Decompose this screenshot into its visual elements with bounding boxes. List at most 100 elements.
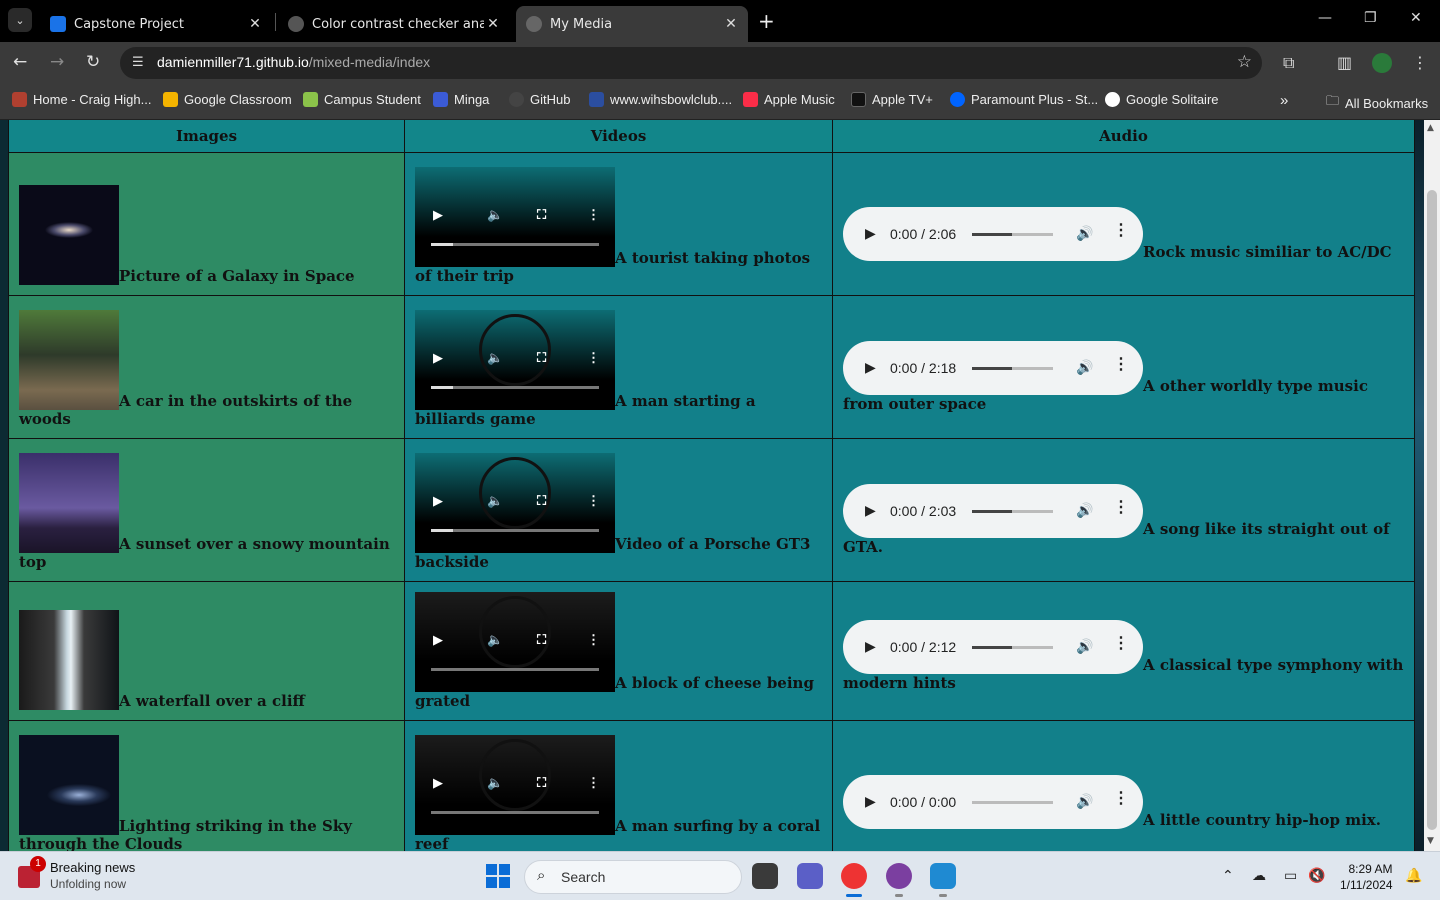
audio-player[interactable]: ▶ 0:00 / 2:06 🔊 ⋮ — [843, 207, 1143, 261]
vscode-icon[interactable] — [930, 863, 956, 889]
tab-search-button[interactable]: ⌄ — [8, 8, 32, 32]
more-options-icon[interactable]: ⋮ — [587, 493, 600, 511]
github-desktop-icon[interactable] — [886, 863, 912, 889]
mute-icon[interactable]: 🔈 — [487, 350, 503, 368]
play-icon[interactable]: ▶ — [865, 501, 876, 519]
mute-icon[interactable]: 🔈 — [487, 775, 503, 793]
mute-icon[interactable]: 🔈 — [487, 493, 503, 511]
video-player[interactable]: ▶ 🔈 ⛶ ⋮ — [415, 453, 615, 553]
reload-icon[interactable]: ↻ — [86, 52, 100, 72]
more-options-icon[interactable]: ⋮ — [587, 775, 600, 793]
audio-seek-slider[interactable] — [972, 367, 1053, 370]
video-progress[interactable] — [431, 386, 599, 389]
play-icon[interactable]: ▶ — [865, 224, 876, 242]
volume-icon[interactable]: 🔊 — [1076, 358, 1093, 376]
volume-icon[interactable]: 🔊 — [1076, 224, 1093, 242]
play-icon[interactable]: ▶ — [433, 493, 443, 511]
site-info-icon[interactable]: ☰ — [132, 55, 144, 70]
fullscreen-icon[interactable]: ⛶ — [537, 207, 546, 225]
volume-muted-icon[interactable]: 🔇 — [1308, 868, 1325, 884]
bookmark-item[interactable]: Apple Music — [743, 92, 835, 107]
bookmark-item[interactable]: Google Classroom — [163, 92, 292, 107]
show-hidden-icons-icon[interactable]: ⌃ — [1222, 868, 1234, 884]
extensions-icon[interactable]: ⧉ — [1283, 53, 1294, 73]
tab-my-media[interactable]: My Media ✕ — [516, 6, 748, 42]
side-panel-icon[interactable]: ▥ — [1337, 53, 1352, 72]
video-progress[interactable] — [431, 811, 599, 814]
close-tab-icon[interactable]: ✕ — [722, 16, 740, 32]
audio-player[interactable]: ▶ 0:00 / 0:00 🔊 ⋮ — [843, 775, 1143, 829]
notification-bell-icon[interactable]: 🔔 — [1405, 868, 1422, 884]
forward-icon[interactable]: → — [50, 52, 64, 72]
fullscreen-icon[interactable]: ⛶ — [537, 493, 546, 511]
taskbar-search[interactable]: ⌕ Search — [524, 860, 742, 894]
more-options-icon[interactable]: ⋮ — [1113, 356, 1129, 374]
more-options-icon[interactable]: ⋮ — [1113, 222, 1129, 240]
fullscreen-icon[interactable]: ⛶ — [537, 632, 546, 650]
video-player[interactable]: ▶ 🔈 ⛶ ⋮ — [415, 592, 615, 692]
play-icon[interactable]: ▶ — [433, 632, 443, 650]
more-options-icon[interactable]: ⋮ — [1113, 635, 1129, 653]
audio-seek-slider[interactable] — [972, 233, 1053, 236]
more-options-icon[interactable]: ⋮ — [587, 632, 600, 650]
restore-icon[interactable]: ❐ — [1364, 10, 1377, 26]
video-progress[interactable] — [431, 529, 599, 532]
volume-icon[interactable]: 🔊 — [1076, 792, 1093, 810]
bookmark-star-icon[interactable]: ☆ — [1237, 52, 1252, 72]
video-player[interactable]: ▶ 🔈 ⛶ ⋮ — [415, 735, 615, 835]
scroll-up-icon[interactable]: ▲ — [1427, 123, 1434, 133]
fullscreen-icon[interactable]: ⛶ — [537, 350, 546, 368]
play-icon[interactable]: ▶ — [865, 637, 876, 655]
tab-capstone-project[interactable]: Capstone Project ✕ — [40, 6, 272, 42]
bookmark-item[interactable]: www.wihsbowlclub.... — [589, 92, 732, 107]
more-options-icon[interactable]: ⋮ — [1113, 499, 1129, 517]
tab-color-contrast[interactable]: Color contrast checker analyzer ✕ — [278, 6, 510, 42]
audio-seek-slider[interactable] — [972, 801, 1053, 804]
more-options-icon[interactable]: ⋮ — [1113, 790, 1129, 808]
url-text[interactable]: damienmiller71.github.io/mixed-media/ind… — [157, 54, 430, 70]
scroll-down-icon[interactable]: ▼ — [1427, 836, 1434, 846]
bookmark-item[interactable]: Paramount Plus - St... — [950, 92, 1098, 107]
play-icon[interactable]: ▶ — [865, 358, 876, 376]
all-bookmarks[interactable]: 🗀 All Bookmarks — [1326, 92, 1428, 114]
new-tab-button[interactable]: + — [758, 9, 775, 33]
audio-player[interactable]: ▶ 0:00 / 2:18 🔊 ⋮ — [843, 341, 1143, 395]
more-bookmarks-icon[interactable]: » — [1280, 92, 1288, 109]
network-icon[interactable]: ▭ — [1284, 868, 1297, 884]
menu-kebab-icon[interactable]: ⋮ — [1412, 53, 1428, 72]
mute-icon[interactable]: 🔈 — [487, 207, 503, 225]
mute-icon[interactable]: 🔈 — [487, 632, 503, 650]
play-icon[interactable]: ▶ — [865, 792, 876, 810]
close-tab-icon[interactable]: ✕ — [246, 16, 264, 32]
close-window-icon[interactable]: ✕ — [1410, 10, 1422, 26]
bookmark-item[interactable]: Minga — [433, 92, 489, 107]
close-tab-icon[interactable]: ✕ — [484, 16, 502, 32]
video-player[interactable]: ▶ 🔈 ⛶ ⋮ — [415, 310, 615, 410]
audio-player[interactable]: ▶ 0:00 / 2:12 🔊 ⋮ — [843, 620, 1143, 674]
profile-avatar-icon[interactable] — [1372, 53, 1392, 73]
system-clock[interactable]: 8:29 AM 1/11/2024 — [1340, 861, 1393, 893]
video-progress[interactable] — [431, 243, 599, 246]
bookmark-item[interactable]: Google Solitaire — [1105, 92, 1219, 107]
bookmark-item[interactable]: Apple TV+ — [851, 92, 933, 107]
audio-seek-slider[interactable] — [972, 646, 1053, 649]
play-icon[interactable]: ▶ — [433, 207, 443, 225]
video-player[interactable]: ▶ 🔈 ⛶ ⋮ — [415, 167, 615, 267]
bookmark-item[interactable]: GitHub — [509, 92, 570, 107]
address-bar[interactable]: ☰ damienmiller71.github.io/mixed-media/i… — [120, 47, 1262, 79]
page-scrollbar[interactable]: ▲ ▼ — [1424, 120, 1440, 851]
onedrive-icon[interactable]: ☁ — [1252, 868, 1266, 884]
bookmark-item[interactable]: Campus Student — [303, 92, 421, 107]
windows-start-icon[interactable] — [486, 864, 510, 888]
bookmark-item[interactable]: Home - Craig High... — [12, 92, 151, 107]
volume-icon[interactable]: 🔊 — [1076, 637, 1093, 655]
play-icon[interactable]: ▶ — [433, 775, 443, 793]
teams-icon[interactable] — [797, 863, 823, 889]
minimize-icon[interactable]: — — [1318, 10, 1332, 26]
audio-seek-slider[interactable] — [972, 510, 1053, 513]
volume-icon[interactable]: 🔊 — [1076, 501, 1093, 519]
back-icon[interactable]: ← — [13, 52, 27, 72]
more-options-icon[interactable]: ⋮ — [587, 350, 600, 368]
fullscreen-icon[interactable]: ⛶ — [537, 775, 546, 793]
play-icon[interactable]: ▶ — [433, 350, 443, 368]
